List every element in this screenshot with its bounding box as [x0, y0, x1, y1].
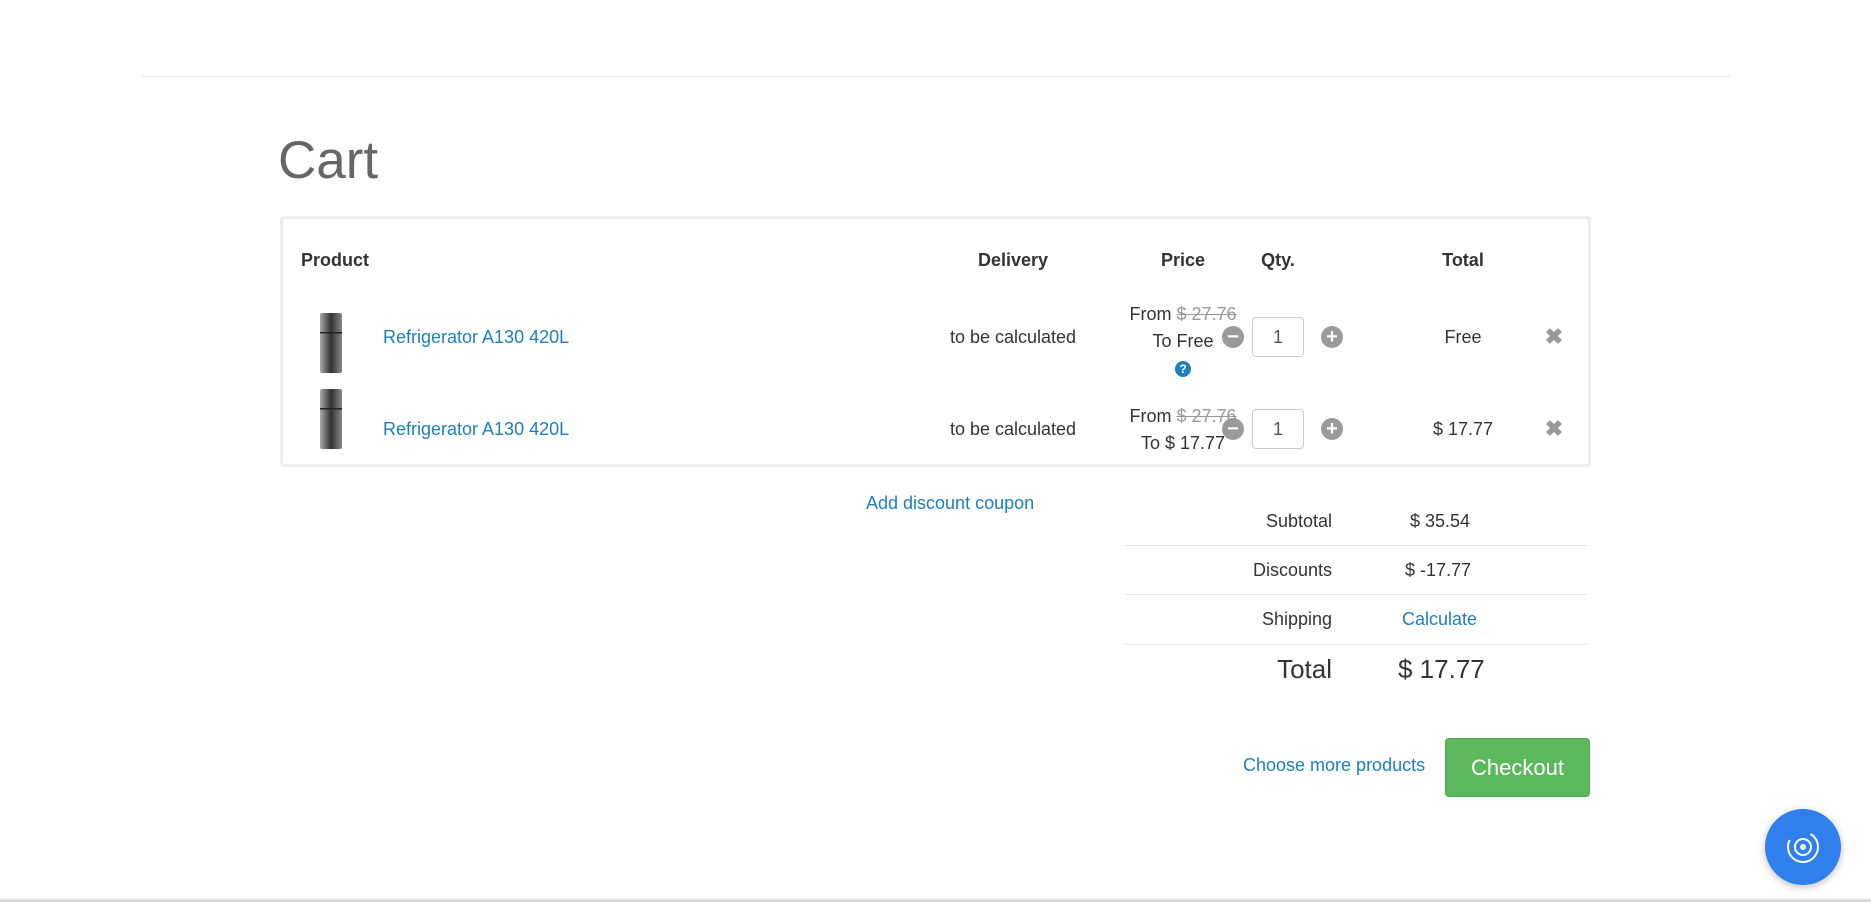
row-total: $ 17.77 — [1432, 419, 1494, 439]
product-link[interactable]: Refrigerator A130 420L — [383, 326, 569, 348]
subtotal-value: $ 35.54 — [1410, 511, 1471, 531]
total-value: $ 17.77 — [1398, 654, 1485, 684]
row-total: Free — [1444, 327, 1482, 347]
minus-circle-icon[interactable]: − — [1222, 326, 1244, 348]
checkout-button[interactable]: Checkout — [1445, 738, 1590, 797]
product-thumbnail[interactable] — [319, 313, 343, 373]
summary-divider — [1125, 545, 1587, 546]
summary-divider — [1125, 594, 1587, 595]
header-qty: Qty. — [1261, 250, 1295, 270]
cart-row: Refrigerator A130 420L to be calculated … — [283, 389, 1588, 469]
quantity-input[interactable] — [1252, 409, 1304, 449]
question-circle-icon[interactable]: ? — [1175, 361, 1191, 378]
close-icon[interactable]: ✖ — [1542, 325, 1566, 349]
minus-circle-icon[interactable]: − — [1222, 418, 1244, 440]
product-thumbnail[interactable] — [319, 389, 343, 449]
price-original: $ 27.76 — [1176, 304, 1237, 324]
discounts-label: Discounts — [1252, 560, 1332, 580]
add-discount-coupon-link[interactable]: Add discount coupon — [866, 492, 1034, 514]
choose-more-products-link[interactable]: Choose more products — [1243, 754, 1425, 776]
plus-circle-icon[interactable]: + — [1321, 326, 1343, 348]
price-from-label: From — [1129, 406, 1172, 426]
close-icon[interactable]: ✖ — [1542, 417, 1566, 441]
page-title: Cart — [278, 131, 379, 190]
calculate-shipping-link[interactable]: Calculate — [1402, 608, 1477, 630]
header-total: Total — [1442, 250, 1484, 270]
header-divider — [142, 76, 1730, 77]
chat-widget-button[interactable] — [1765, 809, 1841, 885]
total-label: Total — [1277, 654, 1332, 684]
price-from-label: From — [1129, 304, 1172, 324]
cart-table: Product Delivery Price Qty. Total Refrig… — [280, 216, 1591, 467]
header-product: Product — [301, 250, 370, 270]
cart-row: Refrigerator A130 420L to be calculated … — [283, 297, 1588, 378]
discounts-value: $ -17.77 — [1405, 560, 1472, 580]
summary-divider — [1125, 644, 1587, 645]
subtotal-label: Subtotal — [1265, 511, 1332, 531]
chat-widget-icon — [1787, 831, 1819, 863]
shipping-label: Shipping — [1261, 609, 1332, 629]
plus-circle-icon[interactable]: + — [1321, 418, 1343, 440]
quantity-input[interactable] — [1252, 317, 1304, 357]
product-link[interactable]: Refrigerator A130 420L — [383, 418, 569, 440]
